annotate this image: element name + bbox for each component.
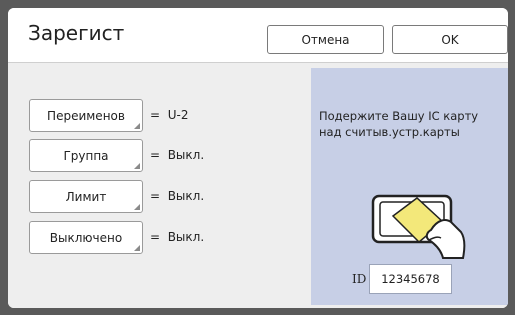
- group-value: Выкл.: [167, 148, 205, 162]
- ic-card-message: Подержите Вашу IC карту над считыв.устр.…: [319, 109, 479, 139]
- limit-value: Выкл.: [167, 189, 205, 203]
- dialog-title: Зарегист: [28, 21, 125, 45]
- disabled-value-text: = Выкл.: [150, 230, 204, 244]
- rename-button[interactable]: Переименов: [29, 99, 143, 132]
- card-reader-icon: [371, 194, 466, 259]
- disabled-button-label: Выключено: [49, 230, 123, 245]
- ic-card-panel: Подержите Вашу IC карту над считыв.устр.…: [311, 68, 508, 305]
- rename-value-text: = U-2: [150, 108, 188, 122]
- equals-sign: =: [150, 108, 161, 122]
- group-button[interactable]: Группа: [29, 139, 143, 172]
- limit-button-label: Лимит: [65, 189, 107, 204]
- corner-marker-icon: [134, 123, 140, 129]
- ok-button[interactable]: OK: [392, 25, 508, 54]
- group-value-text: = Выкл.: [150, 148, 204, 162]
- limit-button[interactable]: Лимит: [29, 180, 143, 213]
- corner-marker-icon: [134, 204, 140, 210]
- cancel-button[interactable]: Отмена: [267, 25, 384, 54]
- disabled-value: Выкл.: [167, 230, 205, 244]
- dialog-header: Зарегист Отмена OK: [8, 8, 508, 62]
- corner-marker-icon: [134, 163, 140, 169]
- equals-sign: =: [150, 230, 161, 244]
- id-label: ID: [352, 272, 367, 286]
- corner-marker-icon: [134, 245, 140, 251]
- disabled-button[interactable]: Выключено: [29, 221, 143, 254]
- equals-sign: =: [150, 148, 161, 162]
- limit-value-text: = Выкл.: [150, 189, 204, 203]
- equals-sign: =: [150, 189, 161, 203]
- id-field: 12345678: [369, 264, 452, 294]
- register-dialog: Зарегист Отмена OK Переименов = U-2 Груп…: [8, 8, 508, 308]
- rename-button-label: Переименов: [47, 108, 125, 123]
- group-button-label: Группа: [63, 148, 109, 163]
- rename-value: U-2: [167, 108, 189, 122]
